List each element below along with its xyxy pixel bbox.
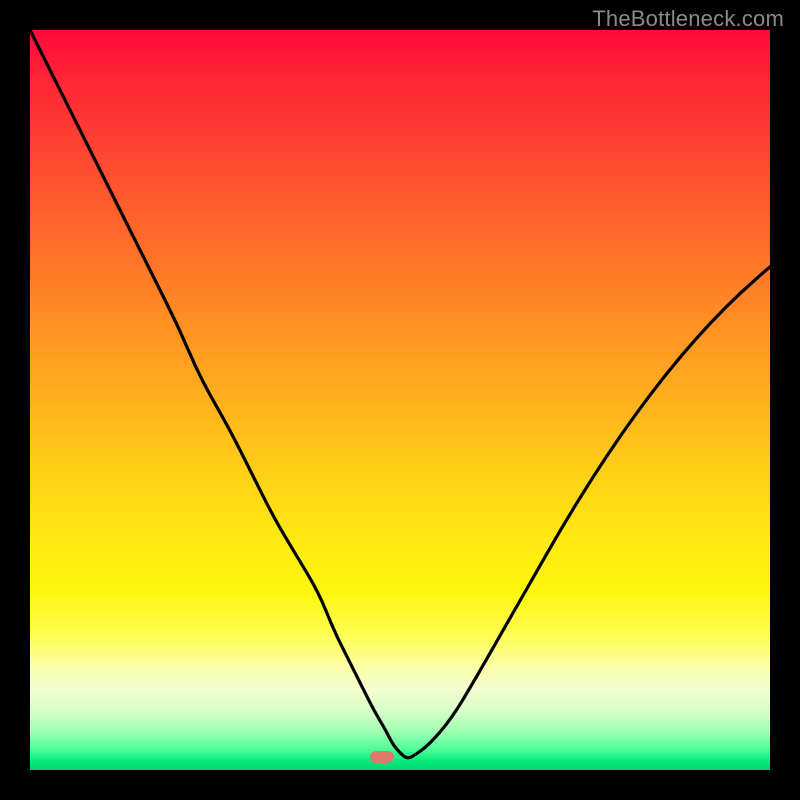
plot-area — [30, 30, 770, 770]
chart-frame: TheBottleneck.com — [0, 0, 800, 800]
bottleneck-curve — [30, 30, 770, 770]
watermark-text: TheBottleneck.com — [592, 6, 784, 32]
minimum-marker — [370, 751, 394, 763]
